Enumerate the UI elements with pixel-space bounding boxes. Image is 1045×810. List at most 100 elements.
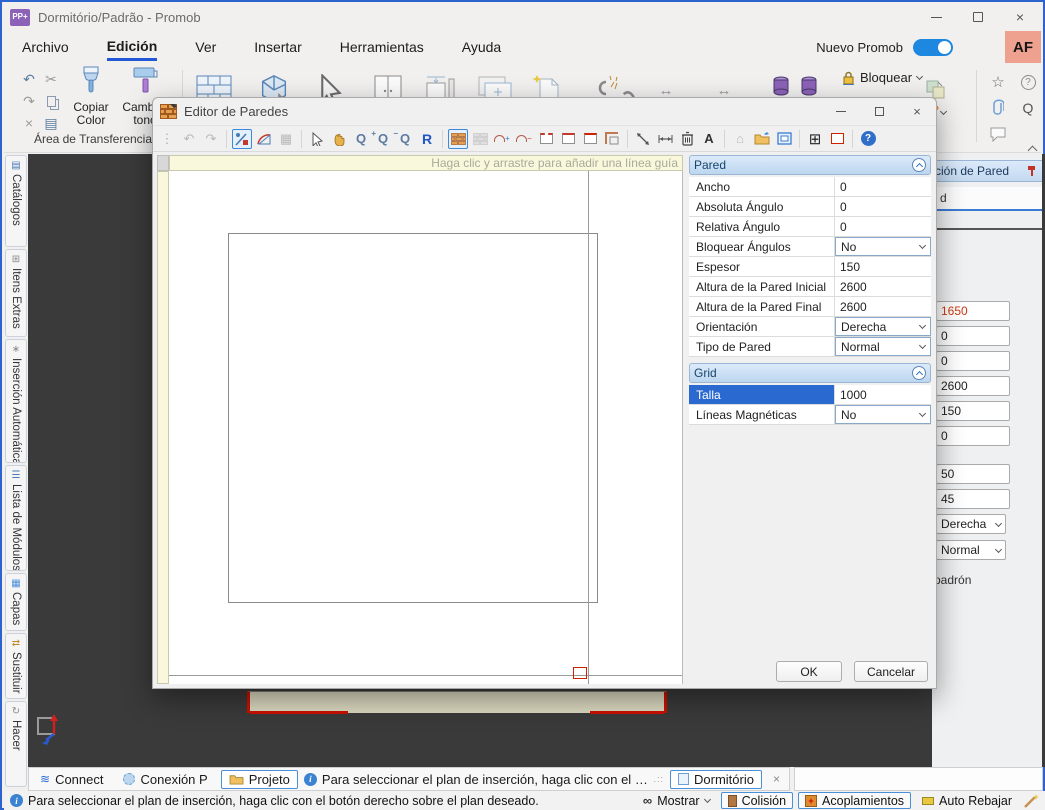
menu-edicion[interactable]: Edición [106,34,158,61]
zoom-out-button[interactable]: Q − [373,129,398,149]
ok-button[interactable]: OK [776,661,842,682]
remove-arc-button[interactable]: − [514,129,534,149]
grid-table-button[interactable]: ⊞ [805,129,825,149]
dialog-close-button[interactable]: × [898,99,936,124]
pin-icon[interactable] [1027,166,1036,176]
panel-field-3[interactable]: 0 [936,351,1010,371]
wall-plan-strip[interactable] [247,691,667,714]
copiar-color-button[interactable]: Copiar Color [64,66,118,127]
panel-tab-pared[interactable]: d [932,187,1042,211]
nuevo-promob-toggle[interactable] [913,38,953,56]
connect-tab[interactable]: ≋ Connect [33,771,110,788]
lineas-magneticas-select[interactable]: No [835,405,931,424]
favorites-button[interactable]: ☆ [986,70,1010,94]
dimension-text-button[interactable]: A [699,129,719,149]
search-button[interactable]: Q [1016,96,1040,120]
undo-button[interactable]: ↶ [179,129,199,149]
sidebar-tab-hacer[interactable]: ↻ Hacer [5,701,27,787]
sidebar-tab-catalogos[interactable]: ▤ Catálogos [5,155,27,247]
zoom-window-button[interactable]: Q + [351,129,376,149]
minimize-button[interactable] [915,5,957,29]
measure-span-button[interactable] [655,129,675,149]
cancel-button[interactable]: Cancelar [854,661,928,682]
add-wall-button[interactable] [448,128,468,149]
draw-wall-tool-button[interactable] [232,128,252,149]
close-button[interactable]: × [999,5,1041,29]
arc-wall-tool-button[interactable] [254,129,274,149]
dialog-help-button[interactable]: ? [858,129,878,149]
remove-wall-button[interactable] [470,129,490,149]
redo-icon[interactable]: ↷ [18,90,40,112]
sidebar-tab-itens-extras[interactable]: ⊞ Itens Extras [5,249,27,337]
projeto-tab[interactable]: Projeto [220,769,298,789]
red-area-button[interactable] [827,129,847,149]
copy-icon[interactable] [40,90,62,112]
auto-rebajar-button[interactable]: Auto Rebajar [916,792,1018,809]
help-button[interactable]: ? [1016,70,1040,94]
mostrar-button[interactable]: ∞ Mostrar [637,792,716,809]
panel-dropdown-orientacion[interactable]: Derecha [936,514,1006,534]
relativa-angulo-input[interactable]: 0 [835,217,931,236]
sidebar-tab-capas[interactable]: ▦ Capas [5,573,27,631]
conexion-p-tab[interactable]: Conexión P [116,771,214,788]
zoom-extents-button[interactable]: Q [395,129,415,149]
select-tool-button[interactable] [307,129,327,149]
section-pared-header[interactable]: Pared [689,155,931,175]
menu-herramientas[interactable]: Herramientas [340,35,424,59]
wall-editor-canvas[interactable] [169,171,683,684]
join-wall-button[interactable] [558,129,578,149]
horizontal-ruler[interactable]: Haga clic y arrastre para añadir una lín… [169,155,683,171]
menu-insertar[interactable]: Insertar [254,35,301,59]
talla-input[interactable]: 1000 [835,385,931,404]
export-project-button[interactable] [752,129,772,149]
maximize-button[interactable] [957,5,999,29]
panel-dropdown-tipo[interactable]: Normal [936,540,1006,560]
acoplamientos-button[interactable]: + Acoplamientos [798,792,912,809]
cut-icon[interactable]: ✂ [40,68,62,90]
sidebar-tab-lista-de-modulos[interactable]: ☰ Lista de Módulos [5,465,27,571]
feedback-button[interactable] [986,122,1010,146]
menu-ayuda[interactable]: Ayuda [462,35,501,59]
dialog-minimize-button[interactable] [822,99,860,124]
espesor-input[interactable]: 150 [835,257,931,276]
panel-field-1[interactable]: 1650 [936,301,1010,321]
wall-top-button[interactable] [580,129,600,149]
vertical-ruler[interactable] [157,171,169,684]
delete-icon[interactable]: × [18,112,40,134]
absoluta-angulo-input[interactable]: 0 [835,197,931,216]
panel-field-6[interactable]: 0 [936,426,1010,446]
paste-icon[interactable]: ▤ [40,112,62,134]
preview-window-button[interactable] [774,129,794,149]
add-arc-button[interactable]: + [492,129,512,149]
resize-grip[interactable]: .:: [654,774,665,784]
dialog-title-bar[interactable]: Editor de Paredes × [153,98,936,125]
account-badge[interactable]: AF [1005,31,1041,63]
panel-field-5[interactable]: 150 [936,401,1010,421]
home-view-button[interactable]: ⌂ [730,129,750,149]
menu-ver[interactable]: Ver [195,35,216,59]
redo-button[interactable]: ↷ [201,129,221,149]
delete-button[interactable] [677,129,697,149]
undo-icon[interactable]: ↶ [18,68,40,90]
attachment-button[interactable] [986,96,1010,120]
panel-field-2[interactable]: 0 [936,326,1010,346]
wall-outline[interactable] [228,233,598,603]
collapse-section-icon[interactable] [912,366,926,380]
sidebar-tab-insercion-automatica[interactable]: ∗ Inserción Automática [5,339,27,463]
pan-tool-button[interactable] [329,129,349,149]
altura-final-input[interactable]: 2600 [835,297,931,316]
orientacion-select[interactable]: Derecha [835,317,931,336]
collapse-section-icon[interactable] [912,158,926,172]
dialog-maximize-button[interactable] [860,99,898,124]
panel-field-4[interactable]: 2600 [936,376,1010,396]
bloquear-angulos-select[interactable]: No [835,237,931,256]
measure-tool-button[interactable] [633,129,653,149]
ancho-input[interactable]: 0 [835,177,931,196]
altura-inicial-input[interactable]: 2600 [835,277,931,296]
grid-tool-button[interactable]: ▦ [276,129,296,149]
panel-field-8[interactable]: 45 [936,489,1010,509]
colision-button[interactable]: Colisión [720,792,794,809]
split-wall-button[interactable] [536,129,556,149]
sidebar-tab-sustituir[interactable]: ⇄ Sustituir [5,633,27,699]
regenerate-button[interactable]: R [417,129,437,149]
